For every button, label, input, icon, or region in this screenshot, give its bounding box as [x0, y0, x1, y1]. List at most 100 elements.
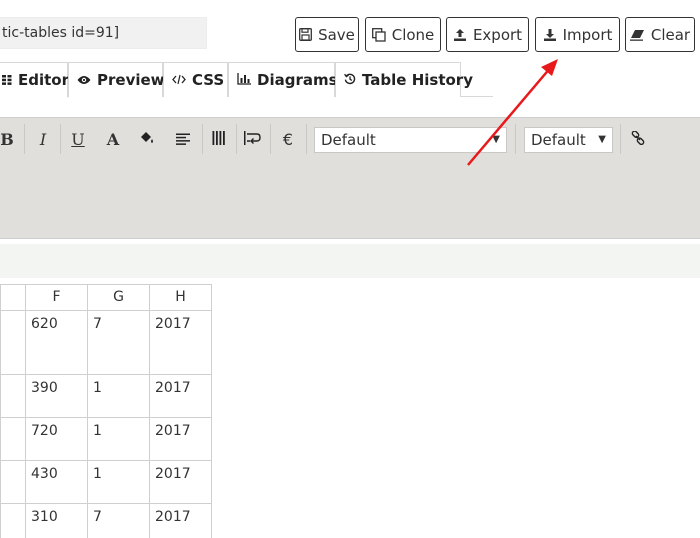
table-cell[interactable]: 390 — [25, 374, 88, 418]
font-size-select[interactable]: Default ▼ — [524, 127, 613, 153]
column-header-row: F G H — [0, 284, 212, 311]
currency-button[interactable]: € — [278, 126, 298, 152]
bold-button[interactable]: B — [0, 126, 14, 152]
underline-label: U — [71, 129, 85, 149]
underline-button[interactable]: U — [68, 126, 88, 152]
tab-diagrams-label: Diagrams — [257, 71, 338, 89]
save-icon — [299, 28, 313, 41]
clear-button[interactable]: Clear — [625, 17, 695, 52]
eraser-icon — [629, 29, 645, 41]
italic-label: I — [39, 129, 47, 149]
clone-button[interactable]: Clone — [365, 17, 441, 52]
table-cell[interactable]: 2017 — [149, 503, 212, 538]
bold-label: B — [0, 129, 14, 149]
save-button[interactable]: Save — [295, 17, 359, 52]
cell-content-bar[interactable] — [0, 244, 700, 278]
table-row: 720 1 2017 — [0, 417, 212, 461]
spreadsheet-grid: F G H 620 7 2017 390 1 2017 720 1 2017 4… — [0, 284, 212, 538]
tab-editor-label: Editor — [18, 71, 69, 89]
chart-icon — [237, 71, 251, 89]
history-icon — [344, 71, 356, 89]
eye-icon — [77, 71, 91, 89]
table-cell[interactable] — [0, 310, 26, 375]
export-label: Export — [472, 25, 523, 44]
code-icon — [172, 71, 186, 89]
toolbar-divider — [515, 124, 516, 154]
link-icon — [631, 129, 645, 149]
column-header-f[interactable]: F — [25, 284, 88, 311]
table-cell[interactable] — [0, 417, 26, 461]
table-cell[interactable]: 2017 — [149, 417, 212, 461]
font-size-value: Default — [531, 131, 586, 149]
toolbar-divider — [306, 124, 307, 154]
save-label: Save — [318, 25, 355, 44]
tab-css[interactable]: CSS — [163, 62, 228, 97]
tab-preview-label: Preview — [97, 71, 165, 89]
table-cell[interactable]: 7 — [87, 503, 150, 538]
clone-label: Clone — [391, 25, 435, 44]
font-family-select[interactable]: Default ▼ — [314, 127, 507, 153]
table-cell[interactable]: 2017 — [149, 460, 212, 504]
import-button[interactable]: Import — [535, 17, 620, 52]
text-color-button[interactable]: A — [102, 126, 124, 152]
column-header-h[interactable]: H — [149, 284, 212, 311]
table-cell[interactable]: 620 — [25, 310, 88, 375]
table-cell[interactable]: 2017 — [149, 374, 212, 418]
text-color-label: A — [106, 129, 120, 149]
shortcode-text: tic-tables id=91] — [2, 25, 120, 41]
wrap-text-icon — [244, 130, 262, 149]
table-cell[interactable]: 2017 — [149, 310, 212, 375]
align-left-icon — [176, 130, 190, 149]
tab-css-label: CSS — [192, 71, 225, 89]
align-button[interactable] — [172, 126, 194, 152]
table-row: 430 1 2017 — [0, 460, 212, 504]
paint-bucket-icon — [139, 130, 155, 149]
table-cell[interactable]: 1 — [87, 417, 150, 461]
shortcode-field[interactable]: tic-tables id=91] — [0, 17, 207, 49]
clone-icon — [371, 27, 386, 42]
column-header-partial[interactable] — [0, 284, 26, 311]
table-cell[interactable]: 430 — [25, 460, 88, 504]
toolbar-divider — [620, 124, 621, 154]
toolbar-divider — [202, 124, 203, 154]
table-row: 620 7 2017 — [0, 310, 212, 375]
column-header-g[interactable]: G — [87, 284, 150, 311]
font-family-value: Default — [321, 131, 376, 149]
table-row: 390 1 2017 — [0, 374, 212, 418]
grid-icon — [2, 71, 12, 89]
link-button[interactable] — [628, 126, 648, 152]
table-cell[interactable] — [0, 503, 26, 538]
vertical-align-button[interactable] — [208, 126, 230, 152]
formatting-toolbar: B I U A € Default ▼ Default ▼ — [0, 117, 700, 239]
import-label: Import — [562, 25, 613, 44]
clear-label: Clear — [650, 25, 691, 44]
chevron-down-icon: ▼ — [598, 134, 606, 145]
fill-color-button[interactable] — [136, 126, 158, 152]
table-row: 310 7 2017 — [0, 503, 212, 538]
toolbar-divider — [24, 124, 25, 154]
wrap-text-button[interactable] — [242, 126, 264, 152]
export-icon — [453, 28, 467, 42]
columns-icon — [212, 130, 226, 149]
italic-button[interactable]: I — [34, 126, 52, 152]
chevron-down-icon: ▼ — [492, 134, 500, 145]
import-icon — [543, 28, 557, 42]
editor-tabs: Editor Preview CSS Diagrams Table Histor… — [0, 62, 493, 98]
toolbar-divider — [236, 124, 237, 154]
toolbar-divider — [270, 124, 271, 154]
table-cell[interactable]: 7 — [87, 310, 150, 375]
tab-table-history-label: Table History — [362, 71, 473, 89]
table-cell[interactable]: 1 — [87, 460, 150, 504]
table-cell[interactable]: 1 — [87, 374, 150, 418]
table-cell[interactable]: 310 — [25, 503, 88, 538]
toolbar-divider — [60, 124, 61, 154]
table-cell[interactable] — [0, 374, 26, 418]
tab-preview[interactable]: Preview — [68, 62, 165, 97]
currency-label: € — [282, 129, 294, 149]
export-button[interactable]: Export — [446, 17, 529, 52]
tab-table-history[interactable]: Table History — [335, 62, 473, 97]
tab-editor[interactable]: Editor — [0, 62, 69, 98]
table-cell[interactable]: 720 — [25, 417, 88, 461]
table-cell[interactable] — [0, 460, 26, 504]
tab-diagrams[interactable]: Diagrams — [228, 62, 338, 97]
